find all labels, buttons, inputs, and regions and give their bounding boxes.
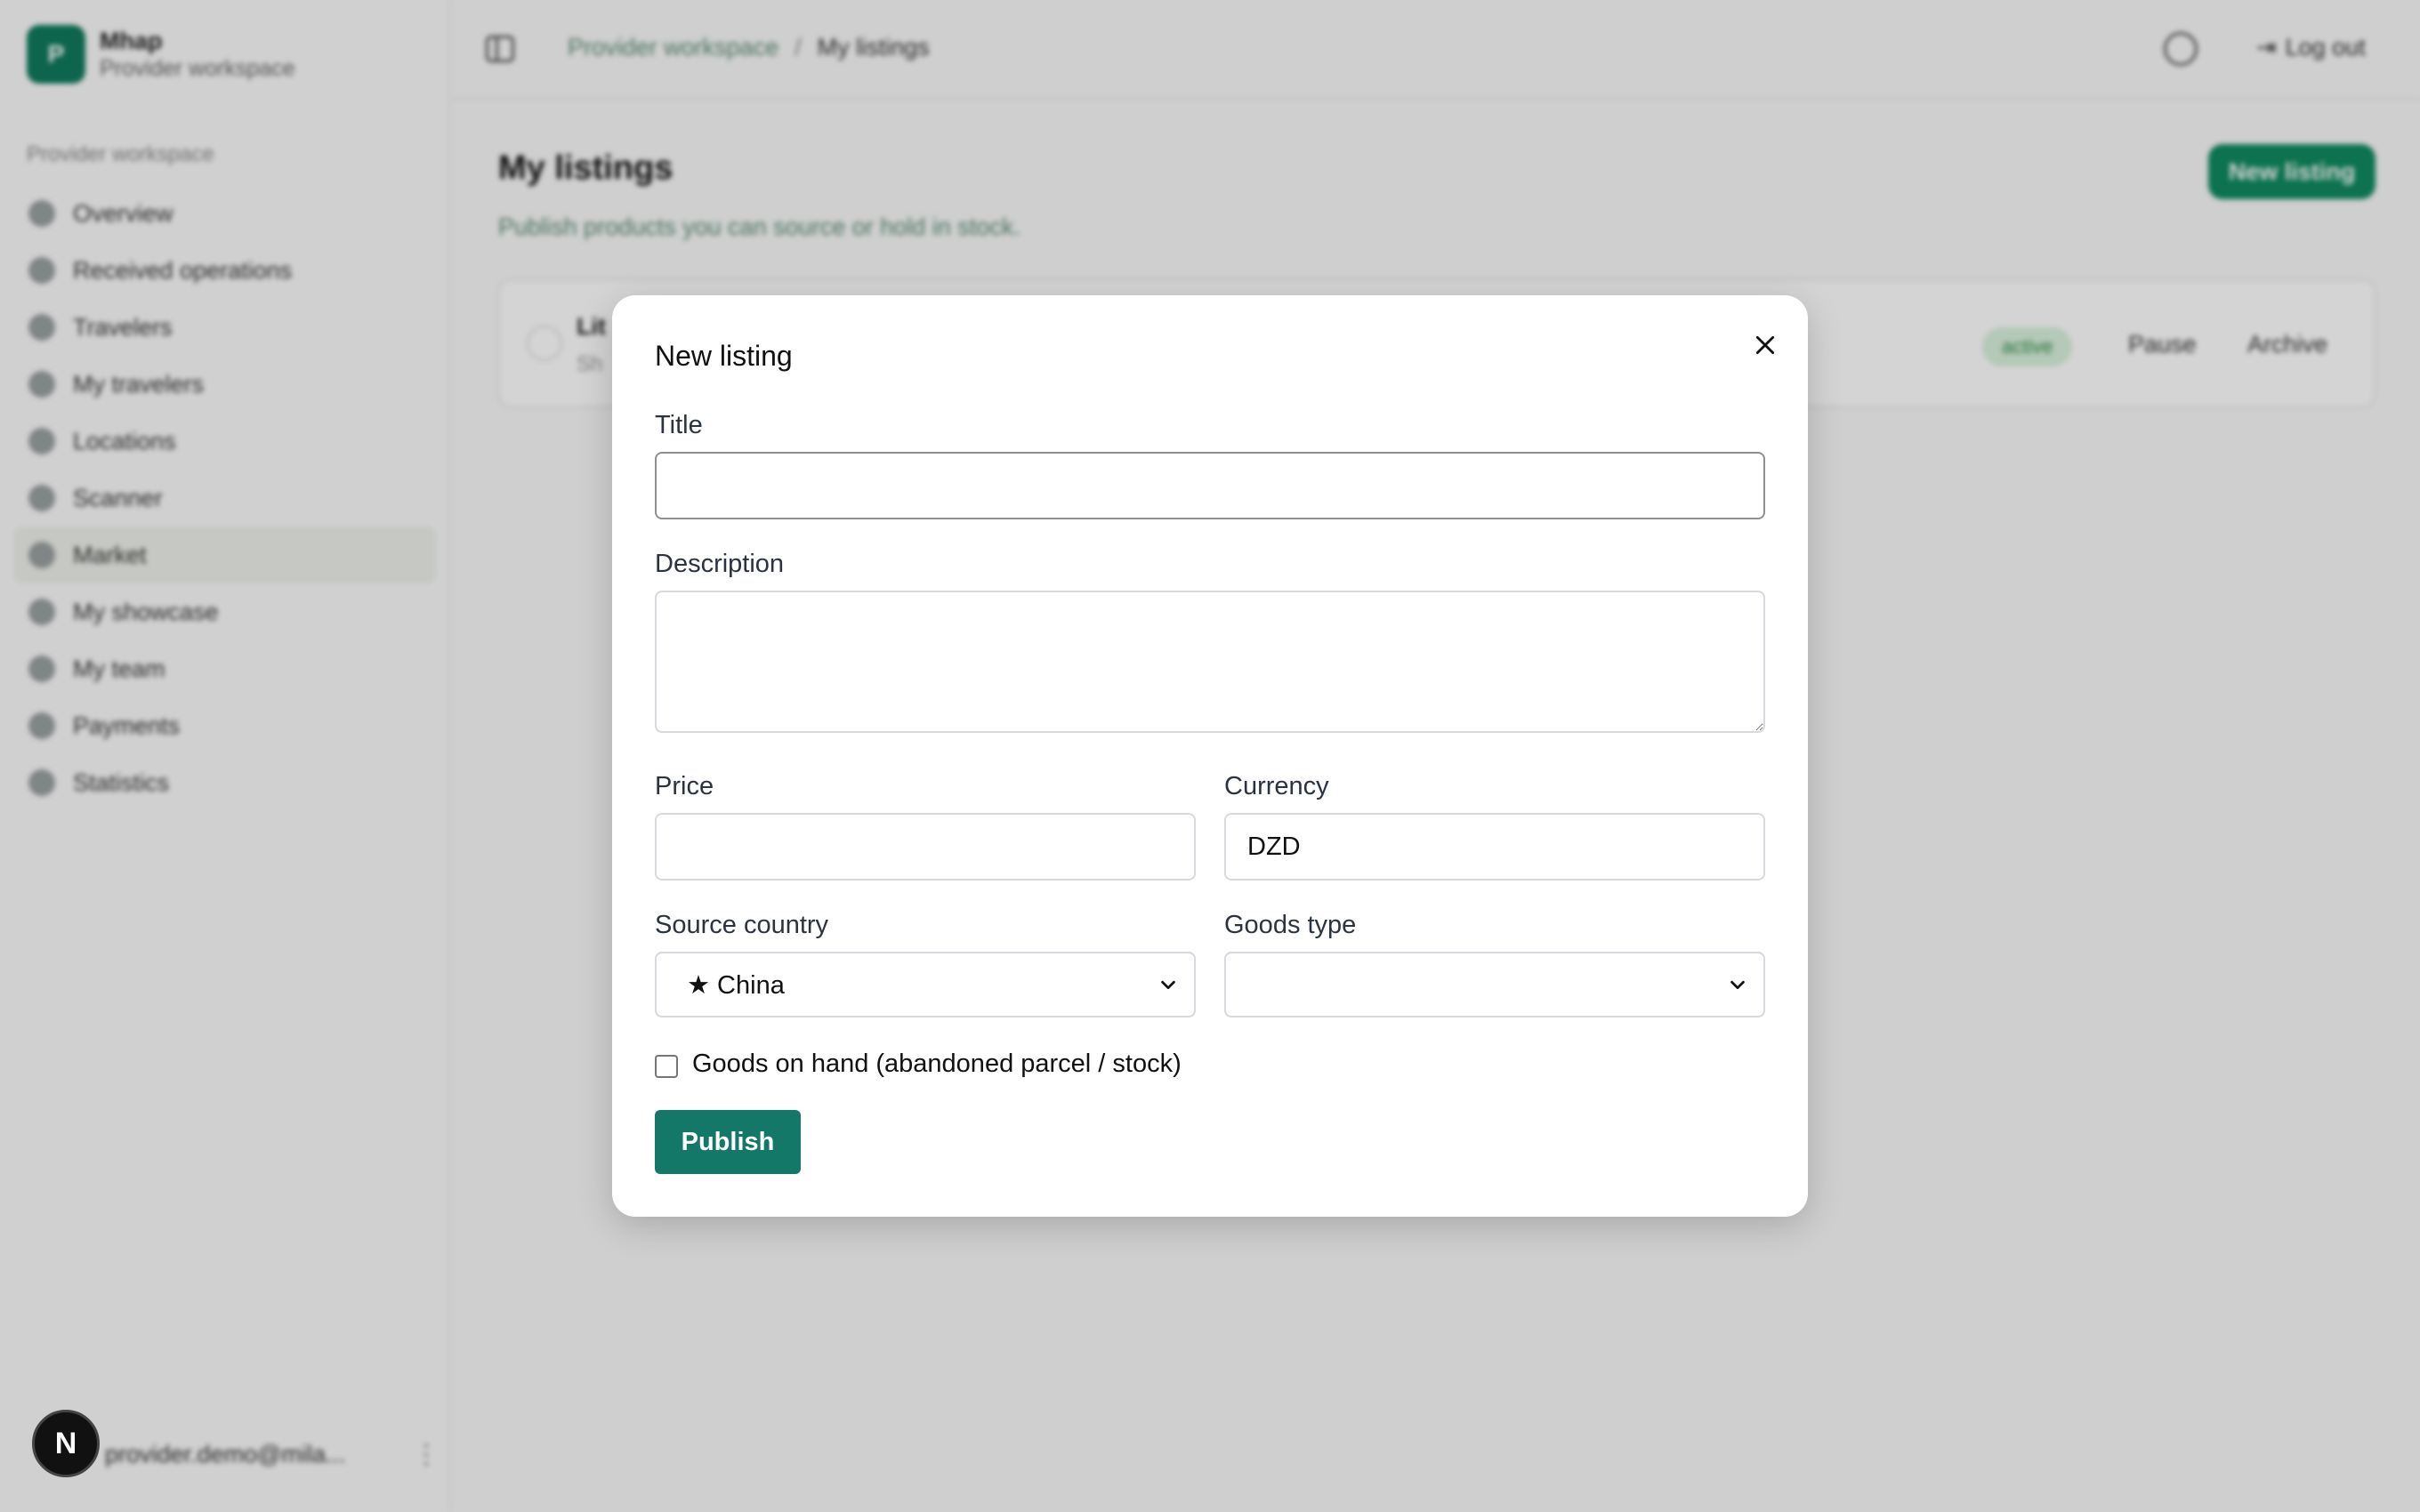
currency-input[interactable] bbox=[1224, 813, 1765, 881]
goods-on-hand-checkbox[interactable] bbox=[655, 1055, 678, 1078]
currency-label: Currency bbox=[1224, 772, 1329, 800]
dialog-title: New listing bbox=[655, 340, 793, 372]
description-textarea[interactable] bbox=[655, 591, 1765, 733]
source-country-label: Source country bbox=[655, 911, 829, 939]
dev-tools-badge[interactable]: N bbox=[32, 1410, 100, 1477]
goods-on-hand-label[interactable]: Goods on hand (abandoned parcel / stock) bbox=[692, 1050, 1182, 1079]
price-label: Price bbox=[655, 772, 714, 800]
publish-button[interactable]: Publish bbox=[655, 1110, 801, 1174]
new-listing-dialog: New listing Title Description Price Curr… bbox=[612, 295, 1808, 1217]
title-input[interactable] bbox=[655, 452, 1765, 519]
goods-type-select[interactable] bbox=[1224, 952, 1765, 1017]
source-country-select[interactable]: ★ China bbox=[655, 952, 1196, 1017]
title-label: Title bbox=[655, 411, 703, 439]
price-input[interactable] bbox=[655, 813, 1196, 881]
source-country-value: ★ China bbox=[687, 970, 785, 1000]
goods-type-label: Goods type bbox=[1224, 911, 1357, 939]
close-button[interactable] bbox=[1747, 327, 1783, 363]
description-label: Description bbox=[655, 550, 785, 578]
chevron-down-icon bbox=[1161, 980, 1175, 990]
close-icon bbox=[1755, 335, 1775, 355]
chevron-down-icon bbox=[1730, 980, 1745, 990]
